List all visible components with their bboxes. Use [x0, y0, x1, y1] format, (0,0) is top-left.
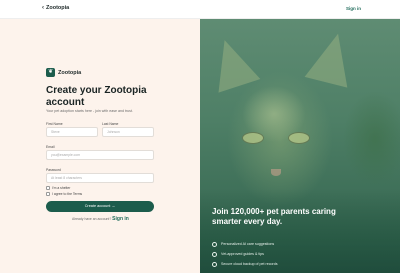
last-name-label: Last Name — [102, 122, 119, 126]
check-circle-icon — [212, 251, 217, 257]
first-name-field[interactable]: Steve — [46, 127, 98, 137]
hero-bullet-text: Secure cloud backup of pet records — [221, 262, 278, 266]
hero-bullet: Personalized AI care suggestions — [212, 239, 278, 249]
hero-bullet: Secure cloud backup of pet records — [212, 259, 278, 269]
cat-nose — [271, 169, 281, 176]
chevron-left-icon: ‹ — [42, 5, 44, 11]
cat-ear-left — [203, 33, 261, 93]
last-name-field[interactable]: Johnson — [102, 127, 154, 137]
password-field[interactable]: At least 8 characters — [46, 173, 154, 183]
back-link-label: Zootopia — [46, 5, 70, 11]
first-name-label: First Name — [46, 122, 63, 126]
check-circle-icon — [212, 241, 217, 247]
checkbox-box[interactable] — [46, 192, 50, 196]
paw-logo-icon: ❦ — [46, 68, 55, 77]
hero-bullet-text: Personalized AI care suggestions — [221, 242, 275, 246]
shelter-checkbox-label: I'm a shelter — [52, 186, 71, 190]
brand-name: Zootopia — [58, 69, 82, 76]
hero-bullet-text: Vet-approved guides & tips — [221, 252, 264, 256]
cat-eye-left — [242, 132, 264, 144]
brand: ❦ Zootopia — [46, 68, 81, 77]
create-account-button[interactable]: Create account → — [46, 201, 154, 212]
hero-panel: Join 120,000+ pet parents caring smarter… — [200, 19, 400, 273]
email-field[interactable]: you@example.com — [46, 150, 154, 160]
page-subtitle: Your pet adoption starts here - join wit… — [46, 109, 133, 113]
terms-checkbox[interactable]: I agree to the Terms — [46, 192, 82, 196]
back-link[interactable]: ‹ Zootopia — [42, 5, 69, 11]
check-circle-icon — [212, 261, 217, 267]
hero-bullet: Vet-approved guides & tips — [212, 249, 278, 259]
signup-panel — [0, 19, 200, 273]
hero-bullet-list: Personalized AI care suggestions Vet-app… — [212, 239, 278, 269]
shelter-checkbox[interactable]: I'm a shelter — [46, 186, 70, 190]
password-label: Password — [46, 168, 61, 172]
login-prompt-text: Already have an account? — [72, 217, 112, 221]
checkbox-box[interactable] — [46, 186, 50, 190]
page-title: Create your Zootopia account — [46, 85, 147, 108]
top-bar: ‹ Zootopia Sign in — [0, 0, 400, 19]
cat-ear-right — [304, 28, 360, 88]
terms-checkbox-label: I agree to the Terms — [52, 192, 83, 196]
login-link[interactable]: Sign in — [112, 216, 129, 222]
cat-eye-right — [288, 132, 310, 144]
email-label: Email — [46, 145, 55, 149]
login-prompt: Already have an account? Sign in — [72, 216, 129, 222]
sign-in-link[interactable]: Sign in — [346, 6, 361, 11]
hero-title: Join 120,000+ pet parents caring smarter… — [212, 207, 336, 226]
